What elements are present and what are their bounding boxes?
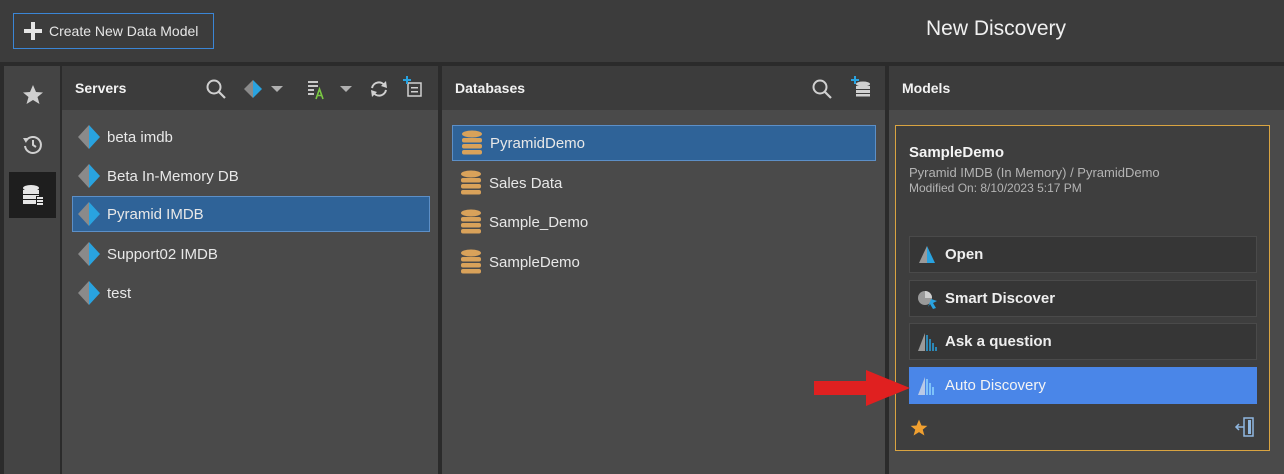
model-card[interactable]: SampleDemo Pyramid IMDB (In Memory) / Py… <box>895 125 1270 451</box>
nav-recent[interactable] <box>9 122 56 168</box>
database-icon <box>461 170 481 195</box>
chevron-down-icon[interactable] <box>270 78 284 100</box>
add-database-icon[interactable] <box>850 75 872 97</box>
nav-data-sources[interactable] <box>9 172 56 218</box>
server-item[interactable]: Pyramid IMDB <box>72 196 430 232</box>
database-server-icon <box>22 185 44 205</box>
create-new-data-model-label: Create New Data Model <box>49 23 199 39</box>
servers-panel: Servers beta imdb Beta In-Memory DB Pyra… <box>62 66 438 474</box>
server-item[interactable]: Support02 IMDB <box>75 236 431 272</box>
database-item[interactable]: Sales Data <box>457 165 877 201</box>
open-icon <box>919 245 935 263</box>
server-type-icon[interactable] <box>242 78 264 100</box>
star-icon[interactable] <box>909 418 929 438</box>
server-icon <box>78 281 100 305</box>
database-item-label: PyramidDemo <box>490 134 586 152</box>
models-title: Models <box>902 80 951 96</box>
annotation-arrow-icon <box>814 370 910 406</box>
database-icon <box>462 130 482 155</box>
refresh-icon[interactable] <box>368 78 390 100</box>
auto-discovery-icon <box>918 376 934 395</box>
server-icon <box>78 242 100 266</box>
open-label: Open <box>945 246 984 263</box>
exit-icon[interactable] <box>1234 416 1256 438</box>
server-item-label: Support02 IMDB <box>107 245 218 263</box>
server-item[interactable]: test <box>75 275 431 311</box>
database-icon <box>461 249 481 274</box>
model-name: SampleDemo <box>909 144 1005 161</box>
ask-question-icon <box>918 332 937 351</box>
top-bar: Create New Data Model New Discovery <box>0 0 1284 62</box>
databases-panel: Databases PyramidDemo Sales Data Sample_… <box>442 66 885 474</box>
server-icon <box>78 125 100 149</box>
server-item-label: beta imdb <box>107 128 173 146</box>
smart-discover-icon <box>918 290 937 309</box>
server-item[interactable]: Beta In-Memory DB <box>75 158 431 194</box>
server-icon <box>78 164 100 188</box>
database-item-label: Sales Data <box>489 174 563 192</box>
server-item-label: Beta In-Memory DB <box>107 167 239 185</box>
open-button[interactable]: Open <box>909 236 1257 273</box>
auto-discovery-button[interactable]: Auto Discovery <box>909 367 1257 404</box>
plus-icon <box>24 22 42 40</box>
nav-favorites[interactable] <box>9 72 56 118</box>
database-icon <box>461 209 481 234</box>
server-item-label: test <box>107 284 132 302</box>
servers-header: Servers <box>62 66 438 110</box>
model-modified: Modified On: 8/10/2023 5:17 PM <box>909 181 1082 195</box>
search-icon[interactable] <box>205 78 227 100</box>
server-item[interactable]: beta imdb <box>75 119 431 155</box>
ask-question-label: Ask a question <box>945 333 1052 350</box>
database-item-label: SampleDemo <box>489 253 580 271</box>
history-icon <box>22 136 42 154</box>
database-item[interactable]: PyramidDemo <box>452 125 876 161</box>
create-new-data-model-button[interactable]: Create New Data Model <box>13 13 214 49</box>
smart-discover-label: Smart Discover <box>945 290 1056 307</box>
chevron-down-icon[interactable] <box>339 78 353 100</box>
sort-alpha-icon[interactable] <box>305 78 327 100</box>
auto-discovery-label: Auto Discovery <box>945 377 1046 394</box>
databases-header: Databases <box>442 66 885 110</box>
left-nav <box>4 66 60 474</box>
add-server-icon[interactable] <box>402 75 424 97</box>
search-icon[interactable] <box>811 78 833 100</box>
page-title: New Discovery <box>926 17 1067 40</box>
star-icon <box>22 85 43 104</box>
database-item[interactable]: SampleDemo <box>457 244 877 280</box>
server-item-label: Pyramid IMDB <box>107 205 204 223</box>
smart-discover-button[interactable]: Smart Discover <box>909 280 1257 317</box>
ask-question-button[interactable]: Ask a question <box>909 323 1257 360</box>
servers-title: Servers <box>75 80 127 96</box>
models-header: Models <box>889 66 1284 110</box>
server-icon <box>78 202 100 226</box>
database-item[interactable]: Sample_Demo <box>457 204 877 240</box>
databases-title: Databases <box>455 80 526 96</box>
model-source: Pyramid IMDB (In Memory) / PyramidDemo <box>909 165 1160 180</box>
database-item-label: Sample_Demo <box>489 213 589 231</box>
